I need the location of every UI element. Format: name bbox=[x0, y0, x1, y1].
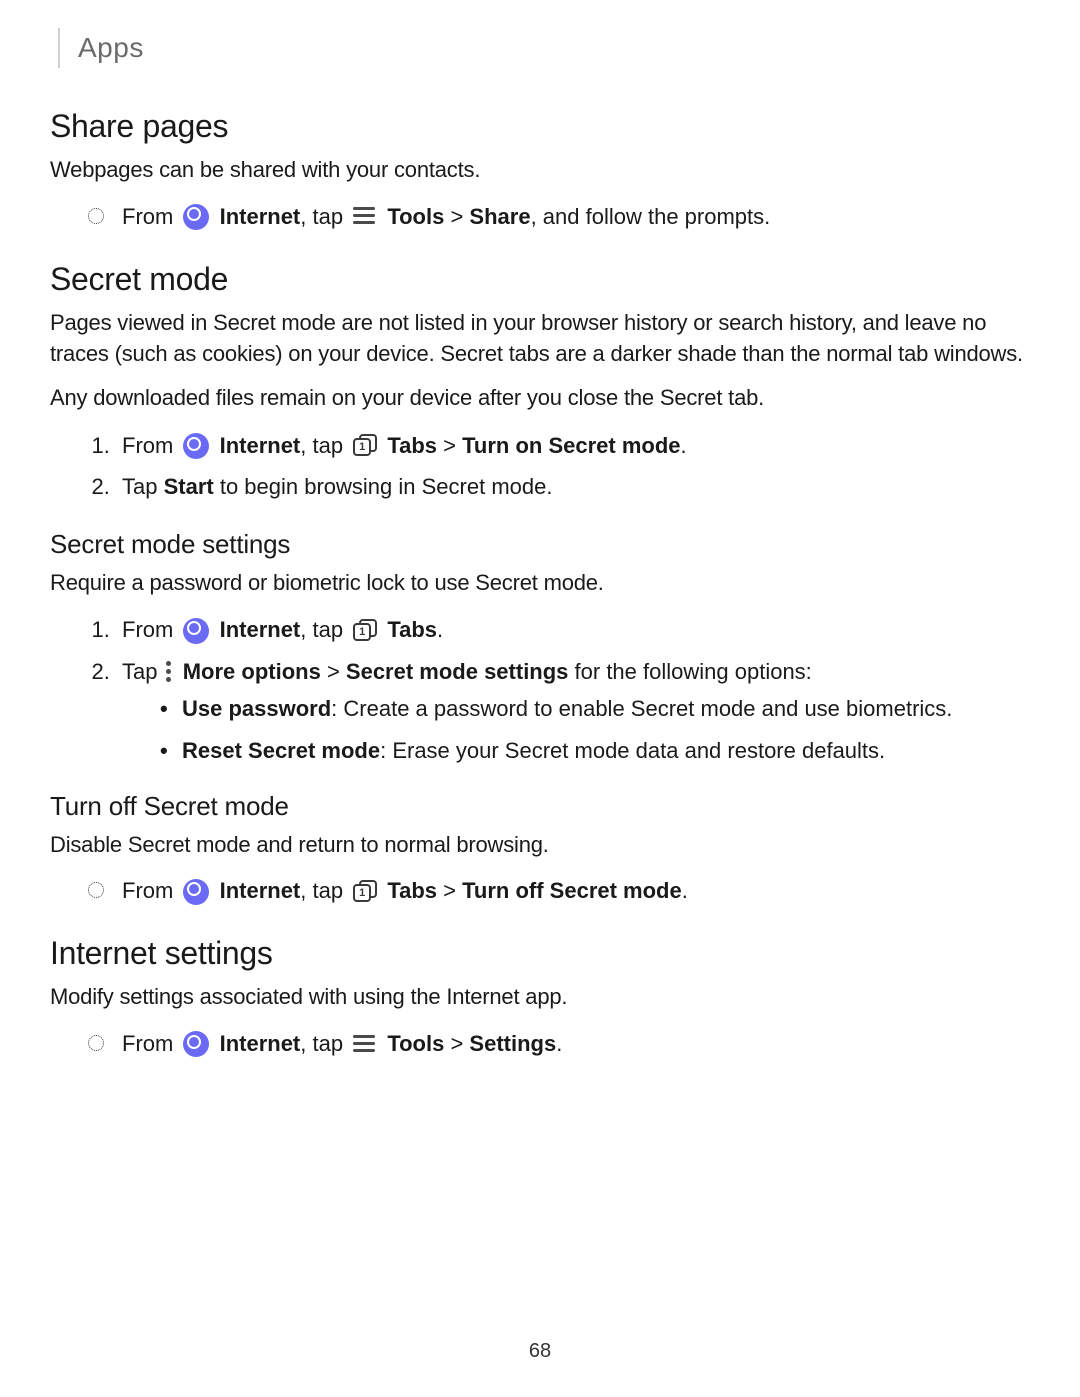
tabs-icon: 1 bbox=[353, 880, 377, 902]
heading-turn-off: Turn off Secret mode bbox=[50, 791, 1030, 822]
tools-icon bbox=[353, 207, 375, 224]
turn-off-intro: Disable Secret mode and return to normal… bbox=[50, 830, 1030, 861]
tools-icon bbox=[353, 1035, 375, 1052]
turn-off-step: From Internet, tap 1 Tabs > Turn off Sec… bbox=[88, 874, 1030, 907]
internet-icon bbox=[183, 433, 209, 459]
secret-settings-step1: From Internet, tap 1 Tabs. bbox=[116, 612, 1030, 647]
internet-icon bbox=[183, 618, 209, 644]
secret-mode-step1: From Internet, tap 1 Tabs > Turn on Secr… bbox=[116, 428, 1030, 463]
heading-secret-mode: Secret mode bbox=[50, 261, 1030, 298]
option-reset-secret-mode: Reset Secret mode: Erase your Secret mod… bbox=[160, 735, 1030, 767]
heading-share-pages: Share pages bbox=[50, 108, 1030, 145]
secret-settings-intro: Require a password or biometric lock to … bbox=[50, 568, 1030, 599]
share-label: Share bbox=[469, 204, 530, 229]
share-pages-step: From Internet, tap Tools > Share, and fo… bbox=[88, 200, 1030, 233]
secret-mode-para1: Pages viewed in Secret mode are not list… bbox=[50, 308, 1030, 370]
secret-mode-step2: Tap Start to begin browsing in Secret mo… bbox=[116, 469, 1030, 504]
header-divider bbox=[58, 28, 60, 68]
internet-icon bbox=[183, 1031, 209, 1057]
option-use-password: Use password: Create a password to enabl… bbox=[160, 693, 1030, 725]
page-number: 68 bbox=[0, 1340, 1080, 1363]
tools-label: Tools bbox=[387, 204, 444, 229]
more-options-icon bbox=[166, 661, 171, 682]
internet-icon bbox=[183, 204, 209, 230]
internet-icon bbox=[183, 879, 209, 905]
internet-label: Internet bbox=[220, 204, 301, 229]
tabs-icon: 1 bbox=[353, 619, 377, 641]
share-pages-intro: Webpages can be shared with your contact… bbox=[50, 155, 1030, 186]
page-header: Apps bbox=[58, 28, 1030, 68]
secret-mode-para2: Any downloaded files remain on your devi… bbox=[50, 383, 1030, 414]
tabs-icon: 1 bbox=[353, 434, 377, 456]
internet-settings-step: From Internet, tap Tools > Settings. bbox=[88, 1027, 1030, 1060]
secret-settings-step2: Tap More options > Secret mode settings … bbox=[116, 654, 1030, 767]
internet-settings-intro: Modify settings associated with using th… bbox=[50, 982, 1030, 1013]
category-title: Apps bbox=[78, 32, 144, 64]
heading-secret-settings: Secret mode settings bbox=[50, 529, 1030, 560]
heading-internet-settings: Internet settings bbox=[50, 935, 1030, 972]
